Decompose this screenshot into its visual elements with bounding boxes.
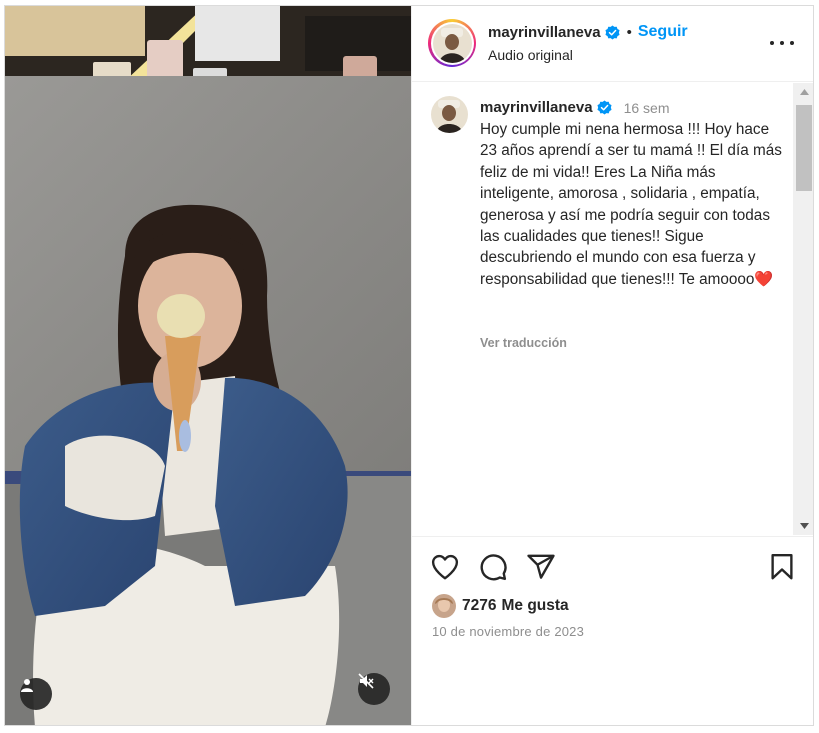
share-icon[interactable]: [526, 552, 556, 582]
caption-username[interactable]: mayrinvillaneva: [480, 99, 593, 116]
post-details-panel: mayrinvillaneva • Seguir Audio original: [411, 6, 813, 725]
comment-icon[interactable]: [478, 552, 508, 582]
audio-toggle-button[interactable]: [358, 673, 390, 705]
post-header: mayrinvillaneva • Seguir Audio original: [412, 6, 813, 82]
user-tag-icon: [21, 679, 33, 692]
likes-summary[interactable]: 7276 Me gusta: [432, 594, 569, 618]
post-actions: 7276 Me gusta 10 de noviembre de 2023: [412, 536, 813, 725]
author-avatar-image: [432, 23, 472, 63]
see-translation-link[interactable]: Ver traducción: [480, 336, 567, 350]
caption-avatar[interactable]: [431, 96, 468, 133]
post-photo: [5, 6, 411, 725]
tagged-users-button[interactable]: [20, 678, 52, 710]
heart-emoji: ❤️: [754, 270, 774, 288]
post-media[interactable]: [5, 6, 411, 725]
author-username[interactable]: mayrinvillaneva: [488, 24, 601, 41]
likes-count: 7276: [462, 597, 497, 614]
more-options-icon[interactable]: [770, 36, 794, 50]
follow-button[interactable]: Seguir: [638, 23, 688, 41]
caption-body: Hoy cumple mi nena hermosa !!! Hoy hace …: [480, 121, 782, 288]
audio-label[interactable]: Audio original: [488, 47, 573, 63]
comments-section[interactable]: mayrinvillaneva 16 sem Hoy cumple mi nen…: [412, 83, 793, 535]
post-date[interactable]: 10 de noviembre de 2023: [432, 624, 584, 639]
scroll-down-arrow-icon[interactable]: [793, 517, 813, 535]
muted-speaker-icon: [358, 673, 374, 689]
verified-badge-icon: [597, 100, 612, 115]
heart-icon[interactable]: [430, 552, 460, 582]
likes-label: Me gusta: [501, 597, 569, 614]
verified-badge-icon: [605, 24, 620, 40]
comments-scrollbar[interactable]: [793, 83, 813, 535]
scroll-up-arrow-icon[interactable]: [793, 83, 813, 101]
bookmark-icon[interactable]: [767, 552, 797, 582]
separator-dot: •: [626, 23, 632, 41]
caption-time[interactable]: 16 sem: [624, 100, 670, 116]
post-dialog: mayrinvillaneva • Seguir Audio original: [4, 5, 814, 726]
scrollbar-thumb[interactable]: [796, 105, 812, 191]
caption-text: Hoy cumple mi nena hermosa !!! Hoy hace …: [480, 119, 784, 290]
liker-avatar[interactable]: [432, 594, 456, 618]
author-avatar[interactable]: [428, 19, 476, 67]
